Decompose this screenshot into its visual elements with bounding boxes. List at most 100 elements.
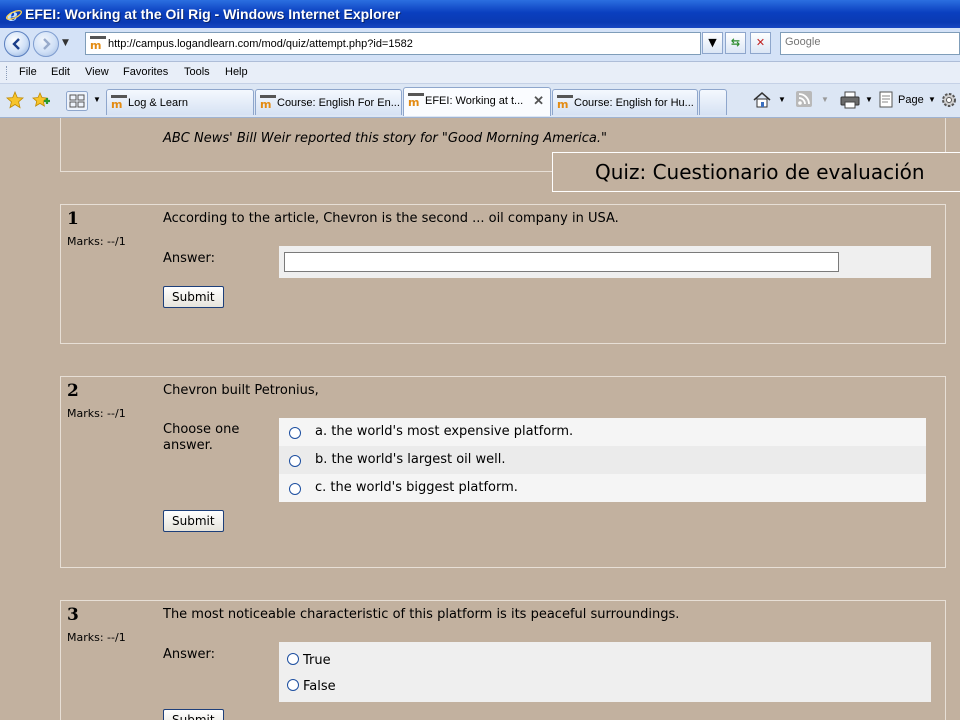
menu-bar: File Edit View Favorites Tools Help [0,62,960,84]
tab-bar: ▼ m Log & Learn m Course: English For En… [0,84,960,118]
moodle-logo-icon: m [557,95,573,112]
menu-tools[interactable]: Tools [184,66,210,78]
add-favorite-icon[interactable] [32,91,50,109]
svg-text:m: m [111,98,122,109]
tab-course-english-hu[interactable]: m Course: English for Hu... [552,89,698,115]
moodle-logo-icon: m [111,95,127,112]
tab-course-english-en[interactable]: m Course: English For En... [255,89,402,115]
option-false[interactable]: False [279,672,931,698]
menu-favorites[interactable]: Favorites [123,66,168,78]
address-bar[interactable]: m [85,32,701,55]
svg-text:m: m [260,98,271,109]
submit-button[interactable]: Submit [163,709,224,720]
answer-options: a. the world's most expensive platform. … [279,418,926,502]
url-input[interactable] [108,35,698,52]
page-icon[interactable] [878,91,896,109]
print-icon[interactable] [840,91,860,109]
option-a[interactable]: a. the world's most expensive platform. [279,418,926,446]
print-dropdown-icon[interactable]: ▼ [865,95,873,104]
moodle-favicon-icon: m [90,36,106,50]
radio-button[interactable] [289,483,301,495]
feeds-dropdown-icon[interactable]: ▼ [821,95,829,104]
home-icon[interactable] [752,91,772,109]
menu-help[interactable]: Help [225,66,248,78]
article-credit: ABC News' Bill Weir reported this story … [163,131,607,146]
tab-label: Course: English For En... [277,97,400,109]
page-content: ABC News' Bill Weir reported this story … [0,118,960,720]
answer-label: Choose one [163,422,240,437]
address-toolbar: ▼ m ▼ ⇆ ✕ [0,28,960,62]
submit-button[interactable]: Submit [163,510,224,532]
answer-label: Answer: [163,647,216,662]
radio-button[interactable] [287,679,299,691]
answer-row [279,246,931,278]
stop-button[interactable]: ✕ [750,32,771,54]
option-b[interactable]: b. the world's largest oil well. [279,446,926,474]
svg-text:m: m [557,98,568,109]
home-dropdown-icon[interactable]: ▼ [778,95,786,104]
answer-input[interactable] [284,252,839,272]
tab-list-dropdown-icon[interactable]: ▼ [93,95,101,104]
moodle-logo-icon: m [408,93,424,110]
question-1: 1 Marks: --/1 According to the article, … [60,204,946,344]
tab-efei-working[interactable]: m EFEI: Working at t... ✕ [403,87,551,116]
forward-button[interactable] [33,31,59,57]
page-dropdown-icon[interactable]: ▼ [928,95,936,104]
radio-button[interactable] [289,455,301,467]
rss-feed-icon[interactable] [796,91,812,107]
toolbar-grip [6,66,9,80]
option-true[interactable]: True [279,646,931,672]
recent-pages-dropdown-icon[interactable]: ▼ [62,38,69,48]
question-number: 3 [67,605,79,625]
question-marks: Marks: --/1 [67,631,126,644]
new-tab-button[interactable] [699,89,727,115]
menu-edit[interactable]: Edit [51,66,70,78]
quiz-title: Quiz: Cuestionario de evaluación [595,160,925,184]
option-label: True [303,653,331,668]
gear-icon[interactable] [940,91,958,109]
tab-label: Log & Learn [128,97,188,109]
option-c[interactable]: c. the world's biggest platform. [279,474,926,502]
radio-button[interactable] [289,427,301,439]
favorites-star-icon[interactable] [6,91,24,109]
menu-file[interactable]: File [19,66,37,78]
option-label: False [303,679,336,694]
menu-view[interactable]: View [85,66,109,78]
question-3: 3 Marks: --/1 The most noticeable charac… [60,600,946,720]
refresh-button[interactable]: ⇆ [725,32,746,54]
option-label: c. the world's biggest platform. [315,480,518,495]
quiz-title-overlay: Quiz: Cuestionario de evaluación [552,152,960,192]
question-marks: Marks: --/1 [67,407,126,420]
tab-label: Course: English for Hu... [574,97,694,109]
close-tab-icon[interactable]: ✕ [533,93,544,109]
quick-tabs-icon[interactable] [66,91,88,111]
address-dropdown-button[interactable]: ▼ [702,32,723,54]
forward-arrow-icon [43,38,51,50]
question-number: 2 [67,381,79,401]
back-button[interactable] [4,31,30,57]
tab-label: EFEI: Working at t... [425,95,524,107]
option-label: b. the world's largest oil well. [315,452,506,467]
question-2: 2 Marks: --/1 Chevron built Petronius, C… [60,376,946,568]
question-marks: Marks: --/1 [67,235,126,248]
window-title: EFEI: Working at the Oil Rig - Windows I… [25,6,401,22]
back-arrow-icon [12,38,20,50]
search-input[interactable] [785,36,955,48]
question-text: According to the article, Chevron is the… [163,211,619,226]
moodle-logo-icon: m [260,95,276,112]
submit-button[interactable]: Submit [163,286,224,308]
question-text: The most noticeable characteristic of th… [163,607,680,622]
answer-options: True False [279,642,931,702]
answer-label-cont: answer. [163,438,213,453]
question-text: Chevron built Petronius, [163,383,319,398]
tab-log-learn[interactable]: m Log & Learn [106,89,254,115]
ie-logo-icon: e [5,6,23,23]
title-bar: e EFEI: Working at the Oil Rig - Windows… [0,0,960,28]
page-menu-button[interactable]: Page [898,94,924,106]
svg-text:m: m [90,39,101,50]
question-number: 1 [67,209,79,229]
svg-text:m: m [408,96,419,107]
radio-button[interactable] [287,653,299,665]
search-box[interactable] [780,32,960,55]
answer-label: Answer: [163,251,216,266]
